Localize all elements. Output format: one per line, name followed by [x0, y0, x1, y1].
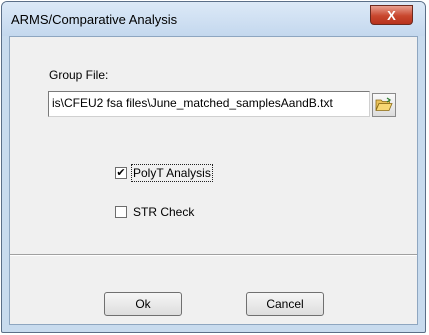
polyt-label: PolyT Analysis [131, 164, 213, 182]
separator [10, 254, 417, 256]
title-bar[interactable]: ARMS/Comparative Analysis X [2, 2, 425, 36]
close-button[interactable]: X [370, 5, 413, 25]
str-option[interactable]: STR Check [115, 205, 194, 219]
polyt-option[interactable]: ✔ PolyT Analysis [115, 164, 213, 182]
dialog-window: ARMS/Comparative Analysis X Group File: … [1, 1, 426, 333]
str-checkbox[interactable] [115, 206, 127, 218]
str-label: STR Check [133, 205, 195, 219]
ok-button[interactable]: Ok [104, 292, 182, 316]
folder-open-icon [375, 97, 393, 111]
close-icon: X [387, 7, 396, 23]
group-file-label: Group File: [49, 68, 109, 82]
window-title: ARMS/Comparative Analysis [11, 12, 178, 27]
browse-button[interactable] [372, 93, 396, 117]
polyt-checkbox[interactable]: ✔ [115, 167, 127, 179]
group-file-input[interactable]: is\CFEU2 fsa files\June_matched_samplesA… [48, 91, 370, 117]
dialog-body: Group File: is\CFEU2 fsa files\June_matc… [9, 36, 418, 325]
cancel-button[interactable]: Cancel [246, 292, 324, 316]
